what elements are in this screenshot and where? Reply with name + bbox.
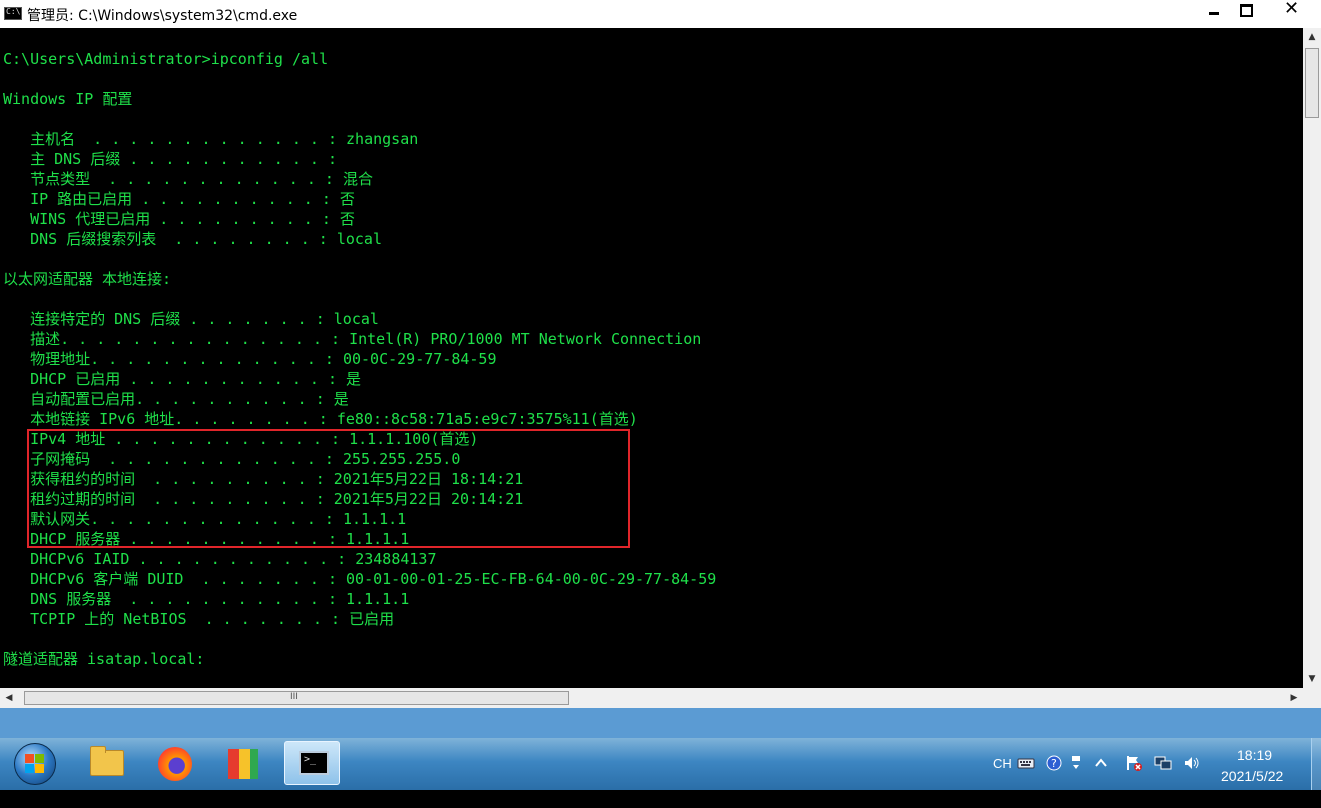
help-icon[interactable]: ? [1045,755,1063,771]
vertical-scroll-thumb[interactable] [1305,48,1319,118]
console-line: 主 DNS 后缀 . . . . . . . . . . . : [3,150,337,168]
window-title: 管理员: C:\Windows\system32\cmd.exe [27,8,298,24]
console-line: DNS 后缀搜索列表 . . . . . . . . : local [3,230,382,248]
console-line: WINS 代理已启用 . . . . . . . . . : 否 [3,210,355,228]
ime-options-icon[interactable] [1070,755,1082,771]
console-line: 主机名 . . . . . . . . . . . . . : zhangsan [3,130,419,148]
clock-date[interactable]: 2021/5/22 [1221,768,1283,784]
horizontal-scrollbar[interactable]: ◀ III ▶ [0,688,1303,708]
console-line: 物理地址. . . . . . . . . . . . . : 00-0C-29… [3,350,497,368]
taskbar-explorer-button[interactable] [78,741,134,785]
scroll-left-arrow-icon[interactable]: ◀ [0,688,18,708]
console-line-heading: 隧道适配器 isatap.local: [3,650,205,668]
taskbar: CH ? 18:19 2021/5/22 [0,738,1321,790]
scroll-grip-icon: III [290,692,298,702]
taskbar-firefox-button[interactable] [146,741,202,785]
console-output[interactable]: C:\Users\Administrator>ipconfig /all Win… [0,28,1303,688]
horizontal-scroll-thumb[interactable]: III [24,691,569,705]
scroll-right-arrow-icon[interactable]: ▶ [1285,688,1303,708]
console-line: DHCPv6 IAID . . . . . . . . . . . : 2348… [3,550,437,568]
console-line: 连接特定的 DNS 后缀 . . . . . . . : local [3,310,379,328]
close-button[interactable]: ✕ [1262,0,1321,20]
firefox-icon [158,747,192,781]
desktop-background [0,708,1321,738]
action-center-flag-icon[interactable] [1125,755,1143,771]
console-line-heading: Windows IP 配置 [3,90,133,108]
network-icon[interactable] [1154,755,1172,771]
console-line: 本地链接 IPv6 地址. . . . . . . . : fe80::8c58… [3,410,638,428]
console-line: DHCPv6 客户端 DUID . . . . . . . : 00-01-00… [3,570,717,588]
clock-time[interactable]: 18:19 [1237,747,1272,763]
console-line-command: C:\Users\Administrator>ipconfig /all [3,50,329,68]
console-line: 自动配置已启用. . . . . . . . . . : 是 [3,390,349,408]
console-line: DHCP 已启用 . . . . . . . . . . . : 是 [3,370,362,388]
show-hidden-icons-icon[interactable] [1094,755,1108,771]
svg-text:?: ? [1051,757,1057,770]
keyboard-icon[interactable] [1017,755,1035,771]
console-line-heading: 以太网适配器 本地连接: [3,270,172,288]
minimize-button[interactable] [1198,0,1230,20]
folder-icon [90,746,124,776]
scrollbar-corner [1303,688,1321,708]
taskbar-app-button[interactable] [214,741,270,785]
windows-logo-icon [25,754,45,774]
cmd-window-icon[interactable] [4,7,22,20]
close-icon: ✕ [1284,0,1300,19]
volume-icon[interactable] [1183,755,1201,771]
console-line: 节点类型 . . . . . . . . . . . . : 混合 [3,170,373,188]
cmd-icon [299,751,329,775]
console-line: 描述. . . . . . . . . . . . . . . : Intel(… [3,330,702,348]
scroll-up-arrow-icon[interactable]: ▲ [1303,28,1321,46]
taskbar-cmd-button[interactable] [284,741,340,785]
language-indicator[interactable]: CH [993,756,1012,808]
start-button[interactable] [14,743,56,785]
highlight-box [27,429,630,548]
console-line: IP 路由已启用 . . . . . . . . . . : 否 [3,190,355,208]
console-line: DNS 服务器 . . . . . . . . . . . : 1.1.1.1 [3,590,410,608]
vertical-scrollbar[interactable]: ▲ ▼ [1303,28,1321,688]
window-titlebar[interactable]: 管理员: C:\Windows\system32\cmd.exe ✕ [0,0,1321,28]
scroll-down-arrow-icon[interactable]: ▼ [1303,670,1321,688]
maximize-button[interactable] [1230,0,1262,20]
console-line: TCPIP 上的 NetBIOS . . . . . . . : 已启用 [3,610,395,628]
show-desktop-button[interactable] [1311,738,1321,790]
